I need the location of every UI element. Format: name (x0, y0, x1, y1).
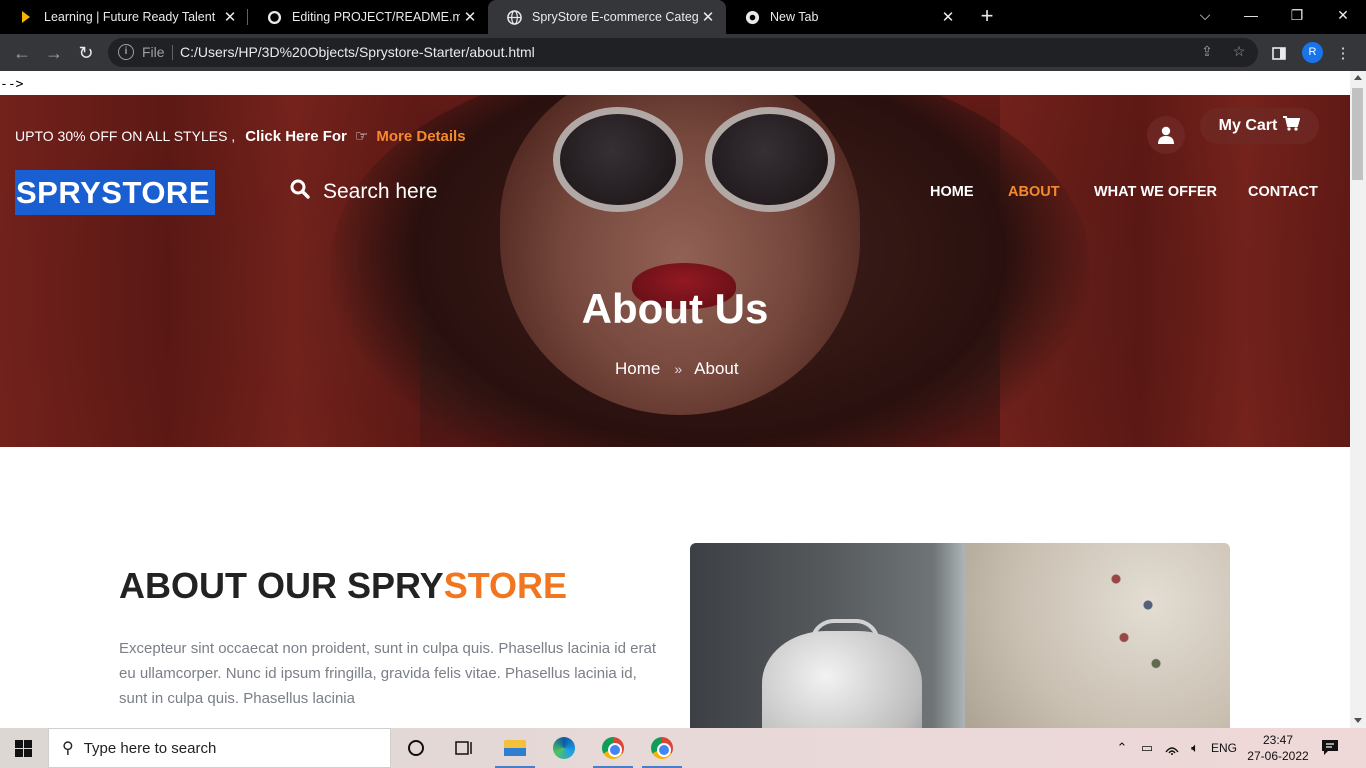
my-cart-button[interactable]: My Cart (1200, 108, 1319, 144)
edge-browser-icon[interactable] (540, 728, 588, 768)
hero-banner: UPTO 30% OFF ON ALL STYLES , Click Here … (0, 95, 1350, 447)
site-info-icon[interactable]: i (118, 44, 134, 60)
promo-text: UPTO 30% OFF ON ALL STYLES , (15, 128, 236, 144)
side-panel-icon[interactable] (1268, 42, 1290, 64)
notification-center-icon[interactable] (1320, 738, 1344, 758)
close-tab-icon[interactable]: ✕ (698, 7, 718, 27)
share-icon[interactable]: ⇪ (1198, 43, 1216, 61)
about-heading: ABOUT OUR SPRYSTORE (119, 565, 567, 607)
bookmark-star-icon[interactable]: ☆ (1230, 43, 1248, 61)
language-indicator[interactable]: ENG (1208, 728, 1240, 768)
show-hidden-icons-chevron-icon[interactable]: ⌃ (1112, 728, 1132, 768)
clock-date: 27-06-2022 (1247, 749, 1309, 763)
nav-home[interactable]: HOME (930, 184, 974, 200)
scroll-down-arrow-icon[interactable] (1354, 718, 1362, 723)
page-viewport: --> UPTO 30% OFF ON ALL STYLES , Click H… (0, 71, 1350, 728)
windows-taskbar: ⚲ Type here to search ⌃ ▭ 🔈︎ ENG 23:47 2… (0, 728, 1366, 768)
file-explorer-icon[interactable] (491, 728, 539, 768)
about-heading-accent: STORE (443, 565, 568, 606)
chrome-taskbar-icon[interactable] (589, 728, 637, 768)
search-placeholder: Search here (323, 180, 438, 203)
tab-title: Learning | Future Ready Talent (44, 10, 216, 24)
browser-toolbar: ← → ↻ i File C:/Users/HP/3D%20Objects/Sp… (0, 34, 1366, 71)
menu-kebab-icon[interactable]: ⋮ (1332, 42, 1354, 64)
system-clock[interactable]: 23:47 27-06-2022 (1243, 732, 1313, 764)
close-window-icon[interactable]: ✕ (1320, 0, 1366, 30)
new-tab-plus-icon[interactable]: + (976, 5, 998, 28)
back-arrow-icon[interactable]: ← (9, 40, 35, 66)
reload-icon[interactable]: ↻ (73, 40, 99, 66)
taskbar-search-placeholder: Type here to search (83, 739, 217, 757)
hand-pointer-icon: ☞ (354, 128, 369, 145)
tab-github[interactable]: Editing PROJECT/README.md at ✕ (248, 0, 488, 34)
restore-icon[interactable]: ❐ (1274, 0, 1320, 30)
close-tab-icon[interactable]: ✕ (938, 7, 958, 27)
shopping-cart-icon (1283, 116, 1301, 136)
scheme-label: File (142, 44, 165, 60)
about-heading-main: ABOUT OUR SPRY (119, 565, 444, 606)
more-details-link[interactable]: More Details (376, 128, 465, 145)
page-scrollbar[interactable] (1350, 71, 1366, 728)
promo-click-text: Click Here For (245, 127, 347, 145)
breadcrumb: Home » About (615, 359, 739, 379)
tab-learning[interactable]: Learning | Future Ready Talent ✕ (0, 0, 248, 34)
volume-icon[interactable]: 🔈︎ (1185, 728, 1205, 768)
nav-what-we-offer[interactable]: WHAT WE OFFER (1094, 184, 1217, 200)
battery-icon[interactable]: ▭ (1137, 728, 1157, 768)
globe-icon (506, 9, 522, 25)
stray-comment-text: --> (0, 77, 24, 92)
url-text[interactable]: C:/Users/HP/3D%20Objects/Sprystore-Start… (180, 44, 535, 60)
breadcrumb-home-link[interactable]: Home (615, 359, 660, 379)
address-bar[interactable]: i File C:/Users/HP/3D%20Objects/Sprystor… (108, 38, 1258, 67)
close-tab-icon[interactable]: ✕ (460, 7, 480, 27)
clock-time: 23:47 (1262, 733, 1294, 747)
minimize-icon[interactable]: — (1228, 0, 1274, 30)
taskbar-search-box[interactable]: ⚲ Type here to search (48, 728, 391, 768)
wifi-icon[interactable] (1162, 728, 1182, 768)
cortana-icon[interactable] (392, 728, 440, 768)
forward-arrow-icon[interactable]: → (41, 40, 67, 66)
tab-title: Editing PROJECT/README.md at (292, 10, 460, 24)
chrome-icon (744, 9, 760, 25)
learning-favicon-icon (18, 9, 34, 25)
page-title: About Us (581, 285, 769, 332)
scrollbar-thumb[interactable] (1352, 88, 1363, 180)
windows-start-icon[interactable] (15, 740, 32, 757)
promo-bar: UPTO 30% OFF ON ALL STYLES , Click Here … (15, 127, 466, 146)
about-product-image (690, 543, 1230, 728)
close-tab-icon[interactable]: ✕ (220, 7, 240, 27)
double-chevron-right-icon: » (674, 361, 683, 377)
user-account-icon[interactable] (1147, 116, 1185, 154)
search-icon: ⚲ (62, 740, 74, 757)
chrome-profile-taskbar-icon[interactable] (638, 728, 686, 768)
scroll-up-arrow-icon[interactable] (1354, 75, 1362, 80)
cart-label: My Cart (1218, 117, 1278, 134)
tab-title: SpryStore E-commerce Category (532, 10, 698, 24)
tab-new-tab[interactable]: New Tab ✕ (726, 0, 966, 34)
github-icon (266, 9, 282, 25)
profile-avatar[interactable]: R (1302, 42, 1323, 63)
sprystore-logo[interactable]: SPRYSTORE (15, 170, 215, 215)
nav-contact[interactable]: CONTACT (1248, 184, 1318, 200)
nav-about[interactable]: ABOUT (1008, 184, 1060, 200)
task-view-icon[interactable] (440, 728, 488, 768)
tab-search-chevron-icon[interactable]: ⌵ (1182, 0, 1228, 30)
tab-sprystore[interactable]: SpryStore E-commerce Category ✕ (488, 0, 726, 34)
browser-tab-bar: Learning | Future Ready Talent ✕ Editing… (0, 0, 1366, 34)
breadcrumb-current: About (694, 359, 739, 378)
tab-title: New Tab (770, 10, 819, 24)
search-icon (290, 179, 310, 205)
search-field[interactable]: Search here (290, 179, 437, 205)
about-paragraph: Excepteur sint occaecat non proident, su… (119, 640, 656, 707)
